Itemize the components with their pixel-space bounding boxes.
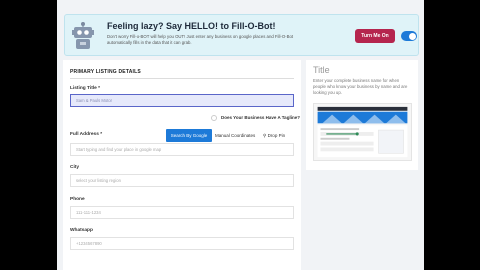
- phone-label: Phone: [70, 197, 85, 202]
- pin-icon: ⚲: [263, 133, 267, 138]
- address-input[interactable]: Start typing and find your place in goog…: [70, 143, 294, 156]
- letterbox-left: [0, 0, 57, 270]
- manual-coordinates-tab[interactable]: Manual Coordinates: [215, 129, 255, 142]
- fill-o-bot-banner: Feeling lazy? Say HELLO! to Fill-O-Bot! …: [64, 14, 419, 56]
- phone-input[interactable]: 111-111-1234: [70, 206, 294, 219]
- listing-title-input[interactable]: Sam & Pauls Motor: [70, 94, 294, 107]
- help-screenshot-image: [313, 103, 412, 161]
- page: Feeling lazy? Say HELLO! to Fill-O-Bot! …: [57, 0, 424, 270]
- banner-subtitle: Don't worry Fill-o-BOT will help you OUT…: [107, 34, 294, 45]
- fill-o-bot-toggle[interactable]: [401, 31, 417, 41]
- turn-me-on-button[interactable]: Turn Me On: [355, 29, 395, 43]
- tagline-checkbox[interactable]: [211, 115, 217, 121]
- tagline-label: Does Your Business Have A Tagline?: [221, 115, 300, 120]
- full-address-label: Full Address *: [70, 132, 103, 137]
- search-by-google-tab[interactable]: Search By Google: [166, 129, 212, 142]
- banner-title: Feeling lazy? Say HELLO! to Fill-O-Bot!: [107, 21, 276, 31]
- whatsapp-label: Whatsapp: [70, 228, 93, 233]
- listing-form: PRIMARY LISTING DETAILS Listing Title * …: [63, 60, 301, 270]
- section-title: PRIMARY LISTING DETAILS: [70, 69, 141, 75]
- help-title: Title: [313, 65, 330, 75]
- help-text: Enter your complete business name for wh…: [313, 78, 408, 95]
- whatsapp-input[interactable]: +1234567890: [70, 237, 294, 250]
- drop-pin-label: Drop Pin: [267, 133, 286, 138]
- section-divider: [70, 78, 294, 79]
- toggle-knob: [408, 32, 416, 40]
- help-sidebar: Title Enter your complete business name …: [306, 60, 418, 170]
- listing-title-label: Listing Title *: [70, 86, 101, 91]
- letterbox-right: [424, 0, 480, 270]
- robot-icon: [72, 22, 94, 49]
- city-label: City: [70, 165, 80, 170]
- drop-pin-tab[interactable]: ⚲ Drop Pin: [263, 129, 285, 142]
- city-select[interactable]: select your listing region: [70, 174, 294, 187]
